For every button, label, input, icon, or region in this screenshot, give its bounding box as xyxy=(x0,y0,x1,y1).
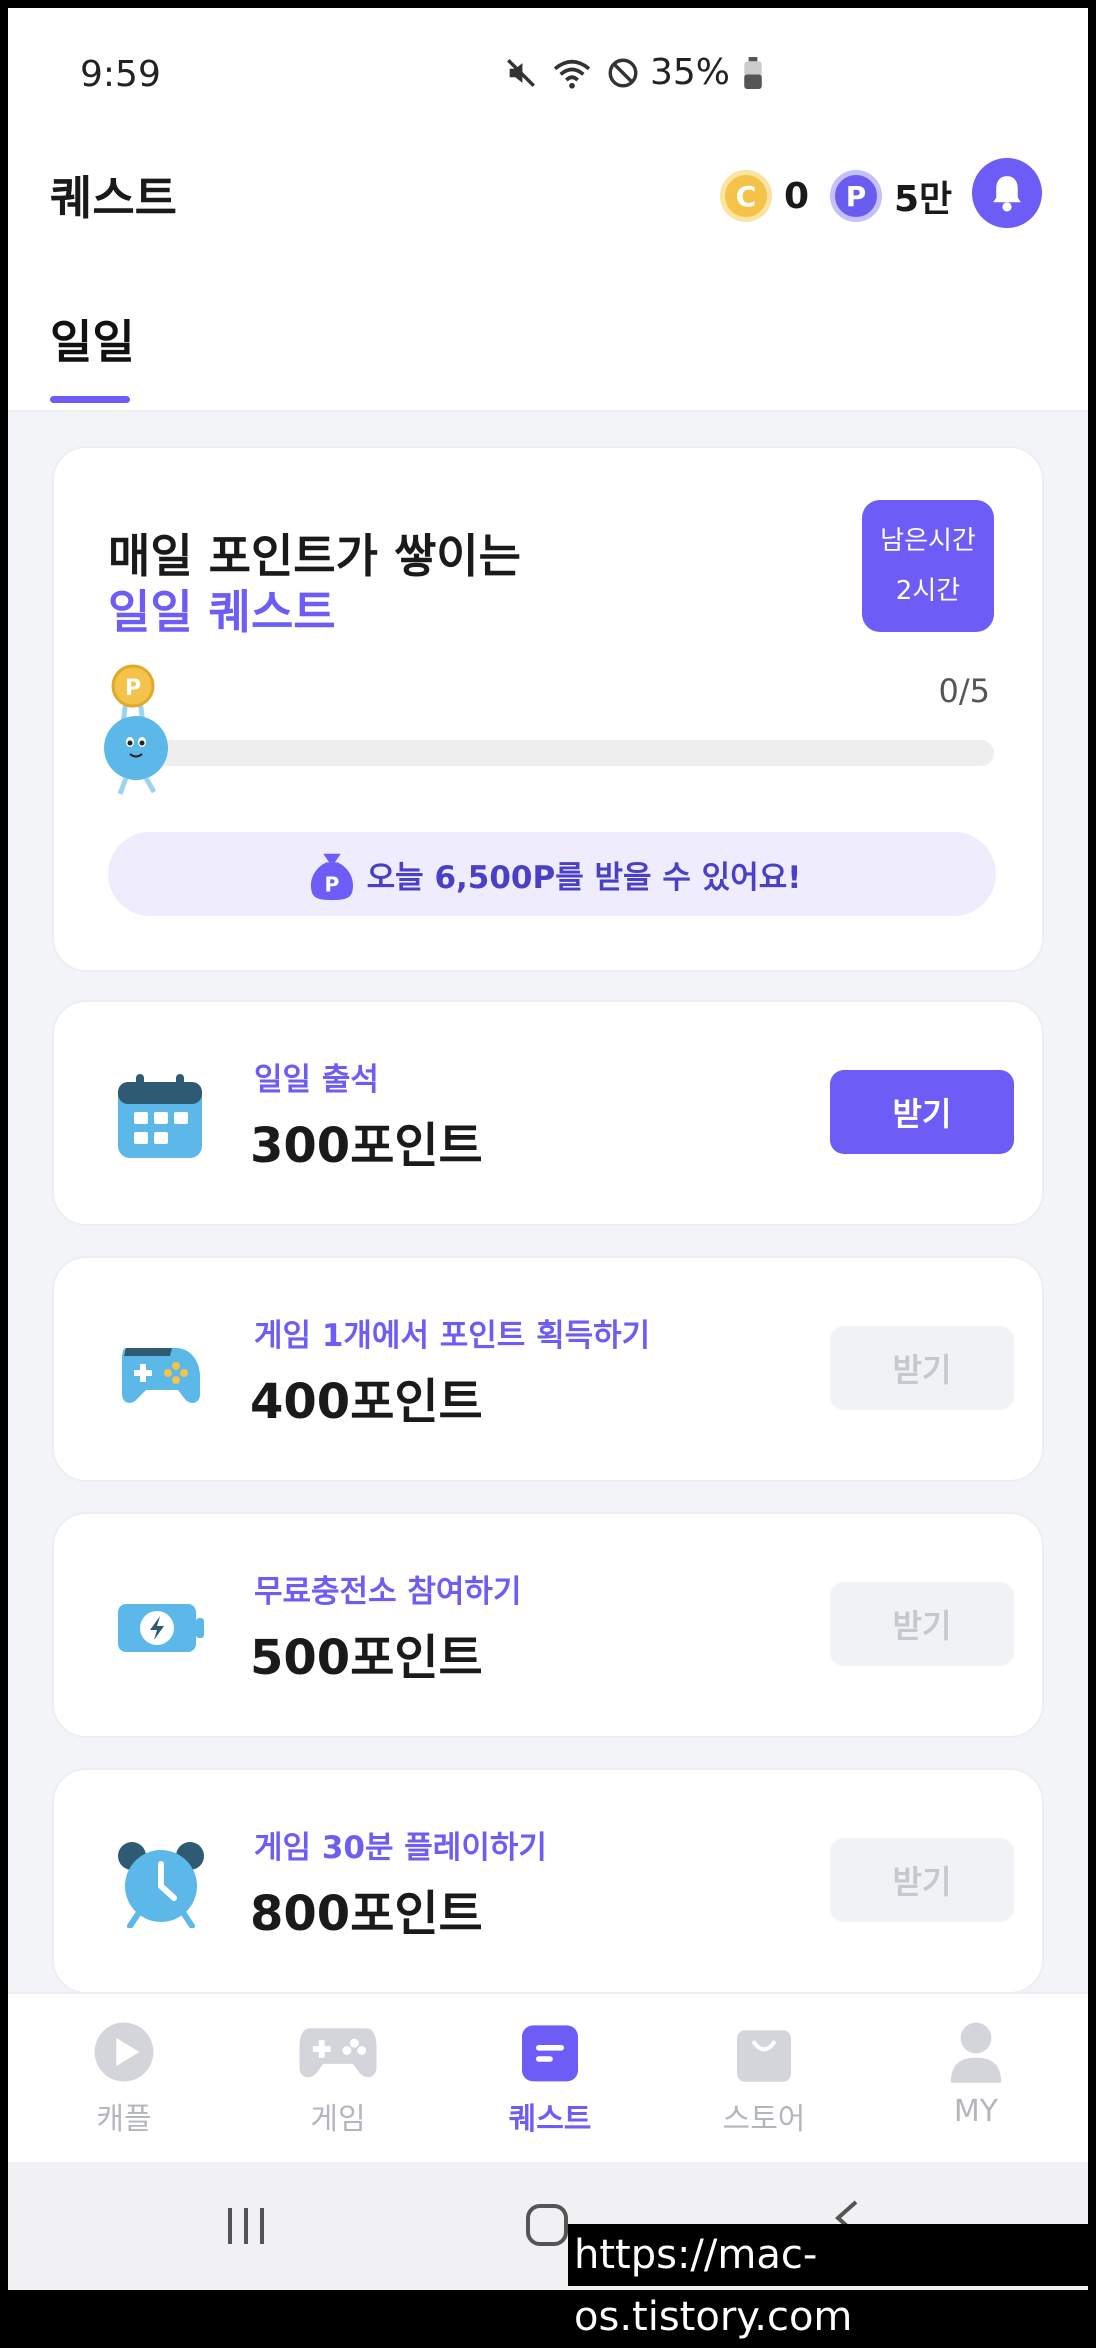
quest-title: 게임 30분 플레이하기 xyxy=(254,1830,547,1866)
tab-daily[interactable]: 일일 xyxy=(50,306,135,372)
daily-quest-card: 매일 포인트가 쌓이는 일일 퀘스트 남은시간 2시간 0/5 P P 오늘 6… xyxy=(52,446,1044,972)
nav-item-store[interactable]: 스토어 xyxy=(684,2016,844,2138)
recent-apps-icon[interactable] xyxy=(224,2204,268,2248)
progress-bar xyxy=(144,740,994,766)
quest-title: 일일 출석 xyxy=(254,1062,379,1098)
nav-label: MY xyxy=(953,2094,999,2129)
point-value: 5만 xyxy=(894,179,953,220)
claim-button[interactable]: 받기 xyxy=(830,1838,1014,1922)
quest-icon xyxy=(522,2025,578,2082)
nav-item-game[interactable]: 게임 xyxy=(258,2016,418,2138)
timer-label: 남은시간 xyxy=(880,526,976,556)
mute-icon xyxy=(507,58,535,87)
quest-points: 400포인트 xyxy=(250,1374,483,1430)
home-icon[interactable] xyxy=(524,2202,570,2248)
battery-percent: 35% xyxy=(650,52,731,93)
do-not-disturb-icon xyxy=(608,58,638,87)
calendar-icon xyxy=(118,1074,202,1158)
page-title: 퀘스트 xyxy=(50,171,177,225)
watermark-url: https://mac-os.tistory.com xyxy=(568,2224,1088,2340)
quest-points: 500포인트 xyxy=(250,1630,483,1686)
coin-value: 0 xyxy=(784,175,810,217)
svg-text:P: P xyxy=(125,676,141,701)
gamepad-icon xyxy=(122,1348,200,1403)
status-icons: 35% xyxy=(504,52,762,93)
quest-item: 무료충전소 참여하기 500포인트 받기 xyxy=(52,1512,1044,1738)
point-icon: P xyxy=(830,170,882,222)
alarm-clock-icon xyxy=(118,1842,204,1928)
quest-points: 300포인트 xyxy=(250,1118,483,1174)
coin-icon: C xyxy=(720,170,772,222)
tab-indicator xyxy=(50,396,130,403)
coin-balance[interactable]: C 0 xyxy=(720,170,809,222)
play-icon xyxy=(94,2022,154,2082)
status-bar: 9:59 35% xyxy=(8,8,1088,140)
nav-label: 스토어 xyxy=(722,2102,806,2137)
reward-text: 오늘 6,500P를 받을 수 있어요! xyxy=(366,859,802,896)
quest-item: 게임 30분 플레이하기 800포인트 받기 xyxy=(52,1768,1044,1994)
claim-button[interactable]: 받기 xyxy=(830,1582,1014,1666)
battery-charge-icon xyxy=(118,1604,204,1652)
nav-label: 캐플 xyxy=(96,2102,152,2137)
user-icon xyxy=(950,2022,1002,2083)
nav-label: 퀘스트 xyxy=(508,2102,592,2137)
reward-badge: P xyxy=(324,872,339,896)
claim-button[interactable]: 받기 xyxy=(830,1326,1014,1410)
progress-count: 0/5 xyxy=(938,672,991,710)
nav-item-kaple[interactable]: 캐플 xyxy=(44,2016,204,2138)
shopping-bag-icon xyxy=(737,2030,791,2082)
daily-title-line2: 일일 퀘스트 xyxy=(108,585,336,639)
app-screen: 9:59 35% 퀘스트 C 0 P 5만 일일 매일 포인트가 쌓이는 일일 … xyxy=(8,8,1088,2290)
nav-item-my[interactable]: MY xyxy=(896,2016,1056,2129)
nav-label: 게임 xyxy=(310,2102,366,2137)
tab-bar: 일일 xyxy=(8,266,1088,412)
status-time: 9:59 xyxy=(80,54,161,95)
time-remaining-badge: 남은시간 2시간 xyxy=(862,500,994,632)
quest-title: 게임 1개에서 포인트 획득하기 xyxy=(254,1318,651,1354)
claim-button[interactable]: 받기 xyxy=(830,1070,1014,1154)
notification-button[interactable] xyxy=(972,158,1042,228)
quest-item: 일일 출석 300포인트 받기 xyxy=(52,1000,1044,1226)
app-header: 퀘스트 C 0 P 5만 xyxy=(8,140,1088,266)
point-balance[interactable]: P 5만 xyxy=(830,170,952,222)
quest-points: 800포인트 xyxy=(250,1886,483,1942)
wifi-icon xyxy=(553,59,591,89)
bottom-nav: 캐플 게임 퀘스트 스토어 MY xyxy=(8,1992,1088,2162)
timer-value: 2시간 xyxy=(895,576,961,606)
money-bag-icon: P xyxy=(310,853,353,901)
quest-title: 무료충전소 참여하기 xyxy=(254,1574,522,1610)
reward-banner: P 오늘 6,500P를 받을 수 있어요! xyxy=(108,832,996,916)
battery-icon xyxy=(744,56,762,89)
gamepad-icon xyxy=(299,2028,377,2078)
nav-item-quest[interactable]: 퀘스트 xyxy=(470,2016,630,2138)
bell-icon xyxy=(993,176,1021,212)
quest-item: 게임 1개에서 포인트 획득하기 400포인트 받기 xyxy=(52,1256,1044,1482)
mascot-icon: P xyxy=(104,664,168,795)
